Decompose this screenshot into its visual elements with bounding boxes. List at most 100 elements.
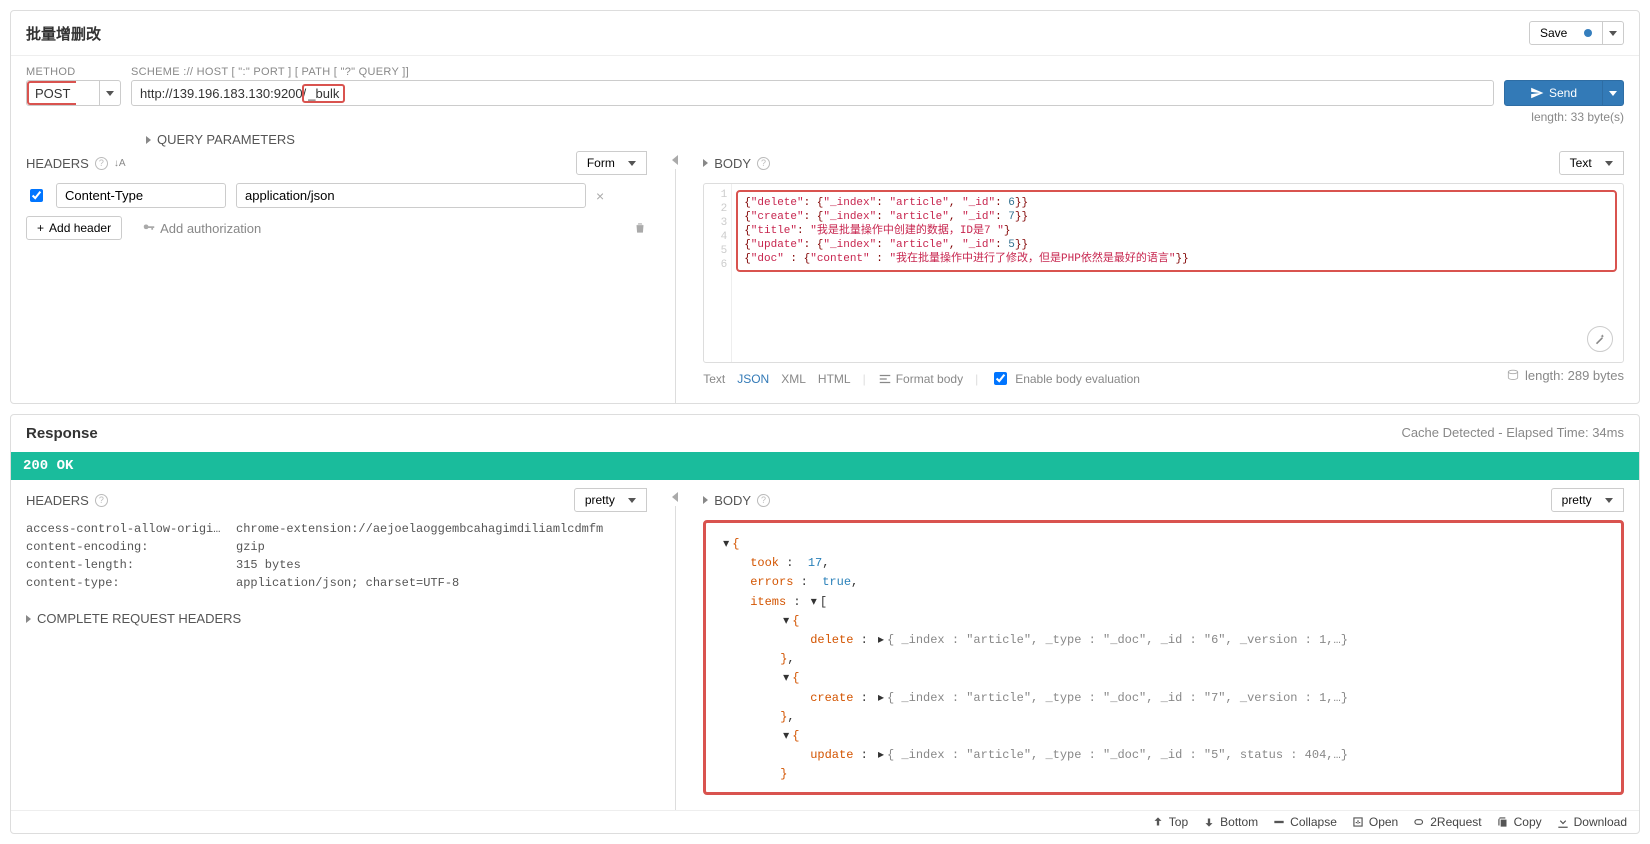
query-parameters-toggle[interactable]: QUERY PARAMETERS [157, 132, 295, 147]
copy-button[interactable]: Copy [1496, 815, 1542, 829]
save-button-group: Save [1529, 21, 1624, 45]
help-icon[interactable]: ? [95, 494, 108, 507]
body-length-note: length: 289 bytes [1506, 368, 1624, 383]
caret-down-icon [106, 91, 114, 96]
sort-icon[interactable]: ↓A [114, 158, 126, 169]
pretty-label: pretty [585, 493, 615, 507]
format-icon [878, 372, 892, 386]
collapse-button[interactable]: Collapse [1272, 815, 1337, 829]
arrow-down-icon [1202, 815, 1216, 829]
method-select[interactable]: POST [26, 80, 121, 106]
chevron-right-icon[interactable] [703, 496, 708, 504]
response-meta: Cache Detected - Elapsed Time: 34ms [1401, 425, 1624, 442]
response-body-section: BODY ? pretty ▾{ took : 17, errors : tru… [688, 488, 1639, 810]
arrow-up-icon [1151, 815, 1165, 829]
body-highlight-frame: {"delete": {"_index": "article", "_id": … [736, 190, 1617, 272]
method-label: METHOD [26, 66, 121, 78]
top-button[interactable]: Top [1151, 815, 1188, 829]
save-dropdown-button[interactable] [1603, 21, 1624, 45]
response-toolbar: Top Bottom Collapse Open 2Request Copy D… [11, 810, 1639, 833]
url-length-note: length: 33 byte(s) [26, 106, 1624, 128]
chevron-right-icon[interactable] [703, 159, 708, 167]
unsaved-dot-icon [1584, 29, 1592, 37]
caret-down-icon [1605, 498, 1613, 503]
header-row: × [26, 183, 647, 208]
add-header-button[interactable]: + Add header [26, 216, 122, 240]
response-headers-section: HEADERS ? pretty access-control-allow-or… [11, 488, 662, 810]
download-icon [1556, 815, 1570, 829]
open-button[interactable]: Open [1351, 815, 1398, 829]
response-panel: Response Cache Detected - Elapsed Time: … [10, 414, 1640, 834]
help-icon[interactable]: ? [757, 494, 770, 507]
tab-html[interactable]: HTML [818, 372, 851, 386]
bottom-button[interactable]: Bottom [1202, 815, 1258, 829]
enable-eval-checkbox[interactable] [994, 372, 1007, 385]
add-auth-label: Add authorization [160, 221, 261, 236]
complete-headers-toggle[interactable]: COMPLETE REQUEST HEADERS [37, 611, 241, 626]
wand-icon [1593, 332, 1607, 346]
pretty-label: pretty [1562, 493, 1592, 507]
header-value-input[interactable] [236, 183, 586, 208]
chevron-right-icon[interactable] [146, 136, 151, 144]
url-prefix-text: http://139.196.183.130:9200/ [140, 86, 306, 101]
link-icon [1412, 815, 1426, 829]
database-icon [1506, 369, 1520, 383]
response-body-highlight-frame: ▾{ took : 17, errors : true, items : ▾[ … [703, 520, 1624, 795]
tab-text[interactable]: Text [703, 372, 725, 386]
trash-icon [633, 221, 647, 235]
response-title: Response [26, 425, 98, 442]
json-tree[interactable]: ▾{ took : 17, errors : true, items : ▾[ … [710, 529, 1617, 790]
body-view-mode-button[interactable]: pretty [1551, 488, 1624, 512]
caret-down-icon [1609, 91, 1617, 96]
send-button[interactable]: Send [1504, 80, 1603, 106]
help-icon[interactable]: ? [757, 157, 770, 170]
magic-wand-button[interactable] [1587, 326, 1613, 352]
body-editor[interactable]: 123456 {"delete": {"_index": "article", … [703, 183, 1624, 363]
caret-down-icon [628, 161, 636, 166]
collapse-icon [1272, 815, 1286, 829]
scheme-label: SCHEME :// HOST [ ":" PORT ] [ PATH [ "?… [131, 66, 1519, 78]
expand-icon [1351, 815, 1365, 829]
remove-header-icon[interactable]: × [596, 188, 604, 204]
copy-icon [1496, 815, 1510, 829]
tab-json[interactable]: JSON [737, 372, 769, 386]
headers-view-mode-button[interactable]: pretty [574, 488, 647, 512]
save-button[interactable]: Save [1529, 21, 1603, 45]
body-mode-button[interactable]: Text [1559, 151, 1624, 175]
request-title: 批量增删改 [26, 23, 101, 44]
help-icon[interactable]: ? [95, 157, 108, 170]
add-authorization-link[interactable]: Add authorization [142, 221, 261, 236]
header-name-input[interactable] [56, 183, 226, 208]
collapse-left-icon[interactable] [672, 492, 678, 502]
form-mode-button[interactable]: Form [576, 151, 647, 175]
header-enabled-checkbox[interactable] [30, 189, 43, 202]
delete-headers-button[interactable] [633, 221, 647, 235]
save-label: Save [1540, 26, 1567, 40]
format-body-button[interactable]: Format body [878, 372, 963, 386]
url-input[interactable]: http://139.196.183.130:9200/_bulk [131, 80, 1494, 106]
line-gutter: 123456 [704, 184, 732, 362]
send-label: Send [1549, 86, 1577, 100]
chevron-right-icon[interactable] [26, 615, 31, 623]
caret-down-icon [1609, 31, 1617, 36]
add-header-label: Add header [49, 221, 111, 235]
pane-divider[interactable] [668, 151, 682, 403]
body-label: BODY [714, 156, 751, 171]
tab-xml[interactable]: XML [781, 372, 806, 386]
key-icon [142, 221, 156, 235]
download-button[interactable]: Download [1556, 815, 1627, 829]
caret-down-icon [628, 498, 636, 503]
method-value: POST [35, 86, 70, 101]
to-request-button[interactable]: 2Request [1412, 815, 1481, 829]
form-label: Form [587, 156, 615, 170]
body-section: BODY ? Text 123456 {"delete": {"_index":… [688, 151, 1639, 403]
response-headers-list: access-control-allow-origi…chrome-extens… [26, 520, 647, 592]
enable-eval-label: Enable body evaluation [1015, 372, 1140, 386]
pane-divider[interactable] [668, 488, 682, 810]
send-dropdown-button[interactable] [1603, 80, 1624, 106]
plus-icon: + [37, 221, 44, 235]
headers-label: HEADERS [26, 156, 89, 171]
caret-down-icon [1605, 161, 1613, 166]
request-panel: 批量增删改 Save METHOD SCHEME :// HOST [ ":" … [10, 10, 1640, 404]
collapse-left-icon[interactable] [672, 155, 678, 165]
